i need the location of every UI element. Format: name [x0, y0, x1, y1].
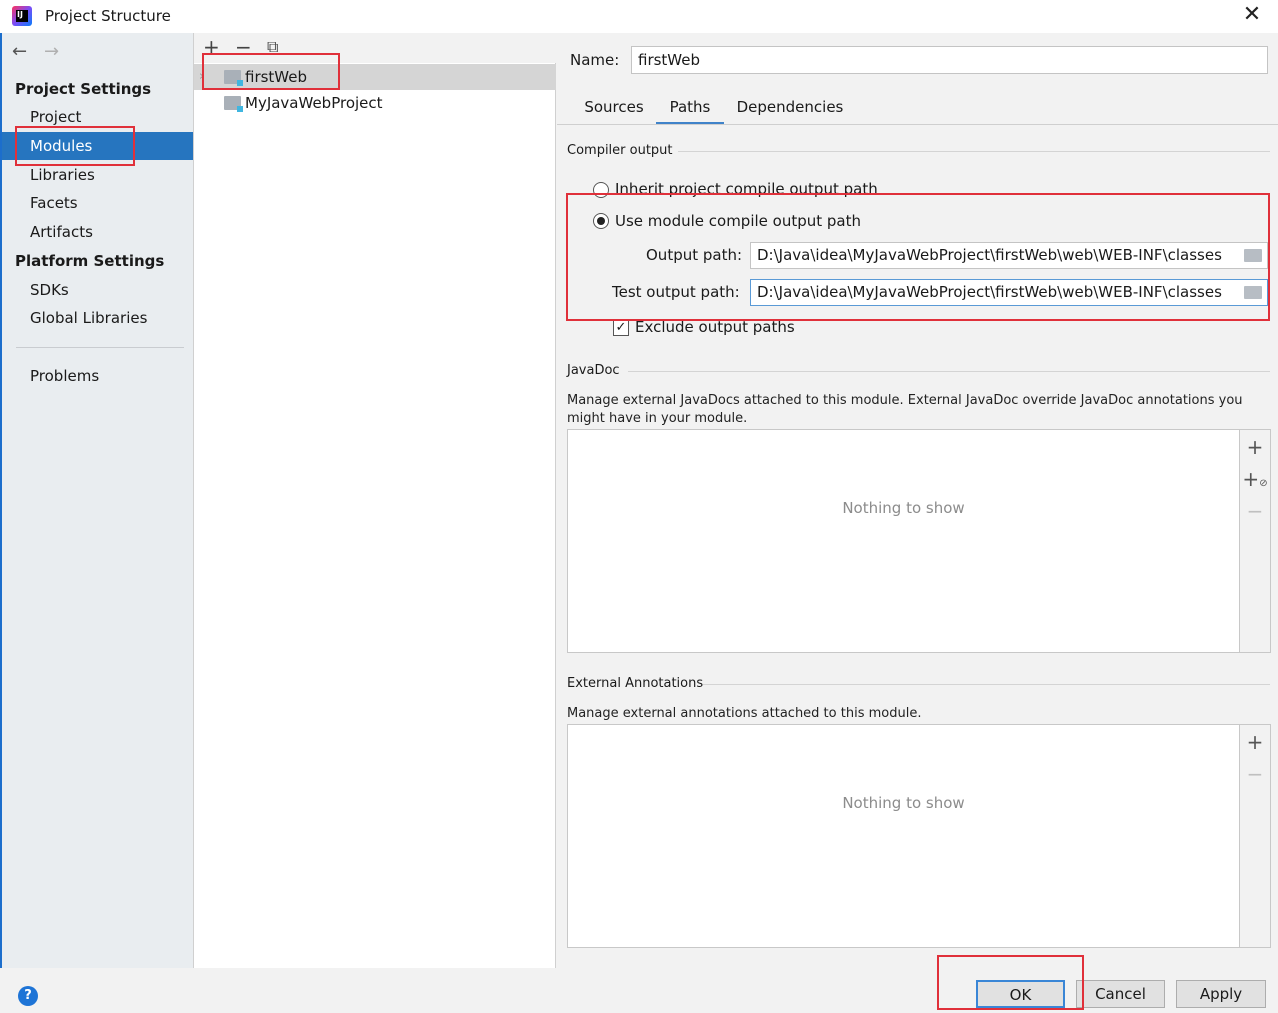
tree-item-label: firstWeb — [245, 68, 308, 86]
ok-button[interactable]: OK — [976, 980, 1065, 1008]
title-bar: IJ Project Structure ✕ — [0, 0, 1278, 33]
exclude-output-checkbox[interactable]: ✓ — [613, 320, 629, 336]
empty-list-text: Nothing to show — [842, 499, 965, 517]
sidebar-item-global-libraries[interactable]: Global Libraries — [2, 304, 193, 332]
inherit-output-radio[interactable] — [593, 182, 609, 198]
folder-browse-icon[interactable] — [1244, 286, 1262, 299]
help-icon[interactable]: ? — [18, 986, 38, 1006]
add-url-icon[interactable]: +⊘ — [1240, 469, 1270, 494]
tab-paths[interactable]: Paths — [656, 96, 724, 125]
output-path-input[interactable]: D:\Java\idea\MyJavaWebProject\firstWeb\w… — [750, 242, 1268, 269]
tabs-divider — [557, 124, 1278, 125]
tab-dependencies[interactable]: Dependencies — [724, 96, 856, 125]
apply-button[interactable]: Apply — [1176, 980, 1266, 1008]
plus-icon[interactable]: + — [203, 35, 220, 59]
arrow-right-icon[interactable]: → — [44, 41, 59, 62]
name-label: Name: — [570, 51, 620, 69]
javadoc-list[interactable]: Nothing to show — [567, 429, 1240, 653]
close-icon[interactable]: ✕ — [1240, 4, 1264, 28]
sidebar-item-sdks[interactable]: SDKs — [2, 276, 193, 304]
external-annotations-title: External Annotations — [567, 676, 704, 691]
sidebar-item-facets[interactable]: Facets — [2, 189, 193, 217]
module-tree-panel: + − ⧉ › firstWeb MyJavaWebProject — [193, 33, 556, 968]
javadoc-list-toolbar: + +⊘ − — [1240, 429, 1271, 653]
settings-sidebar: ← → Project Settings Project Modules Lib… — [0, 33, 193, 968]
inherit-output-label: Inherit project compile output path — [615, 180, 878, 198]
tree-toolbar: + − ⧉ — [194, 33, 556, 63]
external-annotations-list[interactable]: Nothing to show — [567, 724, 1240, 948]
plus-icon[interactable]: + — [1240, 732, 1270, 752]
arrow-left-icon[interactable]: ← — [12, 41, 27, 62]
intellij-idea-icon: IJ — [12, 6, 32, 26]
external-annotations-description: Manage external annotations attached to … — [567, 706, 922, 721]
external-annotations-list-toolbar: + − — [1240, 724, 1271, 948]
group-divider — [628, 371, 1270, 372]
tree-item-label: MyJavaWebProject — [245, 94, 383, 112]
folder-browse-icon[interactable] — [1244, 249, 1262, 262]
minus-icon[interactable]: − — [1240, 764, 1270, 784]
use-module-output-label: Use module compile output path — [615, 212, 862, 230]
group-divider — [678, 151, 1270, 152]
sidebar-item-artifacts[interactable]: Artifacts — [2, 218, 193, 246]
cancel-button[interactable]: Cancel — [1076, 980, 1165, 1008]
chevron-right-icon[interactable]: › — [199, 64, 204, 90]
plus-icon[interactable]: + — [1240, 437, 1270, 457]
javadoc-description: Manage external JavaDocs attached to thi… — [567, 393, 1243, 426]
exclude-output-label: Exclude output paths — [635, 318, 795, 336]
test-output-path-input[interactable]: D:\Java\idea\MyJavaWebProject\firstWeb\w… — [750, 279, 1268, 306]
tree-item-myjavawebproject[interactable]: MyJavaWebProject — [194, 90, 556, 116]
platform-settings-heading: Platform Settings — [15, 252, 165, 270]
tree-item-firstweb[interactable]: › firstWeb — [194, 64, 556, 90]
compiler-output-title: Compiler output — [567, 143, 673, 158]
tab-sources[interactable]: Sources — [571, 96, 657, 125]
javadoc-title: JavaDoc — [567, 363, 620, 378]
sidebar-item-problems[interactable]: Problems — [2, 362, 193, 390]
project-settings-heading: Project Settings — [15, 80, 152, 98]
group-divider — [703, 684, 1270, 685]
copy-icon[interactable]: ⧉ — [267, 35, 278, 59]
sidebar-divider — [16, 347, 184, 348]
sidebar-item-project[interactable]: Project — [2, 103, 193, 131]
test-output-path-label: Test output path: — [612, 283, 740, 301]
module-folder-icon — [224, 96, 243, 112]
use-module-output-radio[interactable] — [593, 213, 609, 229]
sidebar-item-modules[interactable]: Modules — [2, 132, 193, 160]
empty-list-text: Nothing to show — [842, 794, 965, 812]
minus-icon[interactable]: − — [235, 35, 252, 59]
minus-icon[interactable]: − — [1240, 501, 1270, 521]
module-folder-icon — [224, 70, 243, 86]
output-path-label: Output path: — [646, 246, 743, 264]
module-name-input[interactable]: firstWeb — [631, 46, 1268, 74]
sidebar-item-libraries[interactable]: Libraries — [2, 161, 193, 189]
window-title: Project Structure — [45, 7, 171, 25]
